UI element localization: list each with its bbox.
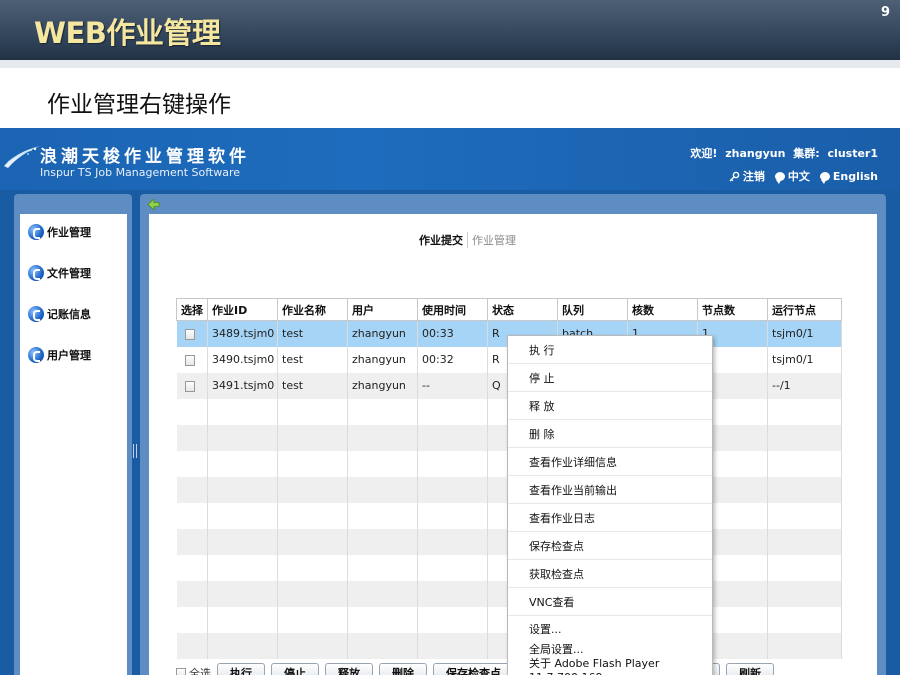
job-name-cell: test	[277, 320, 348, 347]
sidebar-item-file-management[interactable]: 文件管理	[28, 263, 91, 283]
english-label: English	[832, 169, 878, 183]
column-header[interactable]: 用户	[347, 298, 418, 321]
menu-item-vnc-view[interactable]: VNC查看	[508, 588, 712, 616]
row-select-cell	[176, 372, 208, 399]
run-button[interactable]: 执行	[217, 663, 265, 675]
menu-item-settings[interactable]: 设置...	[508, 619, 712, 639]
job-id-cell: 3490.tsjm0	[207, 346, 278, 373]
menu-item-job-details[interactable]: 查看作业详细信息	[508, 448, 712, 476]
english-link[interactable]: English	[819, 168, 878, 184]
welcome-info: 欢迎! zhangyun 集群: cluster1	[686, 145, 878, 161]
stop-button[interactable]: 停止	[271, 663, 319, 675]
sidebar: 作业管理 文件管理 记账信息 用户管理	[20, 214, 127, 675]
row-checkbox[interactable]	[184, 380, 195, 392]
speech-bubble-icon	[819, 171, 830, 184]
page-number: 9	[880, 5, 890, 20]
nav-circle-icon	[28, 347, 44, 363]
back-arrow-icon[interactable]	[147, 198, 160, 211]
menu-item-delete[interactable]: 删 除	[508, 420, 712, 448]
column-header[interactable]: 运行节点	[767, 298, 842, 321]
time-cell: --	[417, 372, 488, 399]
menu-item-job-output[interactable]: 查看作业当前输出	[508, 476, 712, 504]
cluster-label: 集群:	[793, 147, 820, 160]
row-select-cell	[176, 346, 208, 373]
run-node-cell: tsjm0/1	[767, 346, 842, 373]
tab-job-submit[interactable]: 作业提交	[415, 232, 467, 248]
slide-title: WEB作业管理	[34, 16, 221, 50]
logout-label: 注销	[742, 170, 765, 183]
menu-item-run[interactable]: 执 行	[508, 336, 712, 364]
logout-link[interactable]: 注销	[729, 168, 765, 184]
app-subtitle: Inspur TS Job Management Software	[40, 166, 241, 179]
user-cell: zhangyun	[347, 346, 418, 373]
column-header[interactable]: 核数	[627, 298, 698, 321]
save-checkpoint-button[interactable]: 保存检查点	[433, 663, 514, 675]
app-banner: 浪潮天梭作业管理软件 Inspur TS Job Management Soft…	[0, 128, 900, 190]
column-header[interactable]: 作业ID	[207, 298, 278, 321]
sidebar-item-label: 作业管理	[47, 226, 91, 239]
column-header[interactable]: 选择	[176, 298, 208, 321]
sidebar-item-label: 用户管理	[47, 349, 91, 362]
column-header[interactable]: 状态	[487, 298, 558, 321]
row-checkbox[interactable]	[184, 328, 195, 340]
chinese-link[interactable]: 中文	[774, 168, 810, 184]
column-header[interactable]: 使用时间	[417, 298, 488, 321]
sidebar-item-accounting[interactable]: 记账信息	[28, 304, 91, 324]
time-cell: 00:32	[417, 346, 488, 373]
slide-subtitle: 作业管理右键操作	[47, 92, 231, 118]
time-cell: 00:33	[417, 320, 488, 347]
sidebar-item-label: 记账信息	[47, 308, 91, 321]
nav-circle-icon	[28, 265, 44, 281]
job-id-cell: 3491.tsjm0	[207, 372, 278, 399]
run-node-cell: --/1	[767, 372, 842, 399]
panel-splitter[interactable]	[133, 444, 137, 458]
run-node-cell: tsjm0/1	[767, 320, 842, 347]
sidebar-item-label: 文件管理	[47, 267, 91, 280]
menu-item-job-log[interactable]: 查看作业日志	[508, 504, 712, 532]
refresh-button[interactable]: 刷新	[726, 663, 774, 675]
tab-bar: 作业提交 作业管理	[415, 232, 520, 248]
menu-item-stop[interactable]: 停 止	[508, 364, 712, 392]
top-links: 注销 中文 English	[729, 168, 878, 184]
user-cell: zhangyun	[347, 320, 418, 347]
context-menu: 执 行 停 止 释 放 删 除 查看作业详细信息 查看作业当前输出 查看作业日志…	[507, 335, 713, 675]
release-button[interactable]: 释放	[325, 663, 373, 675]
row-select-cell	[176, 320, 208, 347]
slide-header: WEB作业管理 9	[0, 0, 900, 60]
sidebar-item-job-management[interactable]: 作业管理	[28, 222, 91, 242]
welcome-label: 欢迎!	[690, 147, 718, 160]
column-header[interactable]: 队列	[557, 298, 628, 321]
job-name-cell: test	[277, 372, 348, 399]
nav-circle-icon	[28, 306, 44, 322]
job-id-cell: 3489.tsjm0	[207, 320, 278, 347]
user-cell: zhangyun	[347, 372, 418, 399]
username: zhangyun	[725, 147, 786, 160]
menu-item-release[interactable]: 释 放	[508, 392, 712, 420]
app-title: 浪潮天梭作业管理软件	[40, 147, 250, 167]
menu-item-about-flash[interactable]: 关于 Adobe Flash Player 11.7.700.169...	[508, 657, 712, 675]
select-all-checkbox[interactable]	[176, 667, 186, 675]
table-header-row: 选择 作业ID 作业名称 用户 使用时间 状态 队列 核数 节点数 运行节点	[176, 298, 842, 321]
header-divider	[0, 60, 900, 68]
app-window: 浪潮天梭作业管理软件 Inspur TS Job Management Soft…	[0, 128, 900, 675]
delete-button[interactable]: 删除	[379, 663, 427, 675]
menu-item-get-checkpoint[interactable]: 获取检查点	[508, 560, 712, 588]
select-all[interactable]: 全选	[176, 665, 211, 675]
cluster-name: cluster1	[827, 147, 878, 160]
column-header[interactable]: 作业名称	[277, 298, 348, 321]
speech-bubble-icon	[774, 171, 785, 184]
tab-job-management[interactable]: 作业管理	[467, 232, 520, 248]
key-icon	[729, 171, 740, 181]
sidebar-item-user-management[interactable]: 用户管理	[28, 345, 91, 365]
chinese-label: 中文	[787, 170, 810, 183]
menu-item-save-checkpoint[interactable]: 保存检查点	[508, 532, 712, 560]
logo-swoosh-icon	[4, 146, 40, 168]
nav-circle-icon	[28, 224, 44, 240]
row-checkbox[interactable]	[184, 354, 195, 366]
column-header[interactable]: 节点数	[697, 298, 768, 321]
select-all-label: 全选	[189, 667, 211, 675]
job-name-cell: test	[277, 346, 348, 373]
